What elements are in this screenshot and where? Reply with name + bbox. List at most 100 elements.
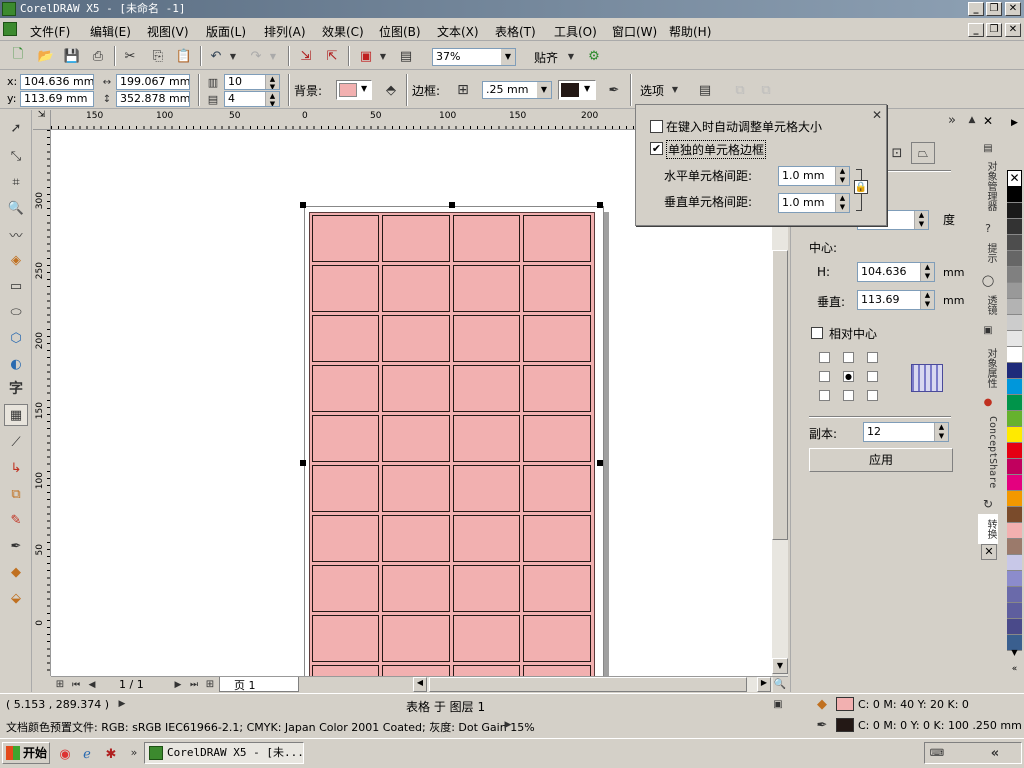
separate-borders-checkbox[interactable]: ✔ [650,142,663,155]
options-button[interactable]: 选项 [640,82,664,99]
table-cell[interactable] [311,214,379,262]
scroll-thumb[interactable] [772,250,788,540]
x-position-field[interactable]: 104.636 mm [20,74,94,90]
h-center-spinner[interactable]: ▲ ▼ [920,263,934,281]
palette-swatch[interactable] [1007,187,1022,203]
table-cell[interactable] [382,214,450,262]
palette-swatch[interactable] [1007,251,1022,267]
table-cell[interactable] [311,614,379,662]
copies-spinner[interactable]: ▲ ▼ [934,423,948,441]
taskbar-task-coreldraw[interactable]: CorelDRAW X5 - [未... [144,742,304,764]
blend-tool-icon[interactable]: ⧉ [6,484,26,504]
palette-swatch[interactable] [1007,331,1022,347]
minimize-button[interactable]: _ [968,2,984,16]
palette-swatch[interactable] [1007,411,1022,427]
tab-object-properties[interactable]: 对象属性 [978,340,998,396]
page-tab[interactable]: 页 1 [219,677,299,692]
table-object[interactable] [309,212,595,676]
redo-dropdown-icon[interactable]: ▼ [268,46,278,66]
new-doc-icon[interactable]: 🗋 [8,46,28,66]
rows-field[interactable]: 10 ▲ ▼ [224,74,280,90]
rows-spinner[interactable]: ▲ ▼ [265,75,279,89]
auto-resize-checkbox[interactable] [650,120,663,133]
table-cell[interactable] [523,564,591,612]
quicklaunch-more-icon[interactable]: » [128,743,140,761]
height-field[interactable]: 352.878 mm [116,91,190,107]
table-cell[interactable] [452,464,520,512]
table-cell[interactable] [382,614,450,662]
palette-swatch[interactable] [1007,459,1022,475]
palette-swatch[interactable] [1007,555,1022,571]
smart-fill-tool-icon[interactable]: ◈ [6,250,26,270]
menu-tools[interactable]: 工具(O) [554,23,597,40]
table-cell[interactable] [523,514,591,562]
zoom-level-combo[interactable]: 37% ▼ [432,48,516,66]
palette-swatch[interactable] [1007,299,1022,315]
h-center-field[interactable]: 104.636 ▲ ▼ [857,262,935,282]
h-spacing-field[interactable]: 1.0 mm ▲ ▼ [778,166,850,186]
table-cell[interactable] [382,314,450,362]
dimension-tool-icon[interactable]: ⟋ [6,432,26,452]
doc-close-button[interactable]: ✕ [1005,23,1021,37]
palette-scroll-up-icon[interactable]: ▶ [1007,118,1022,134]
menu-help[interactable]: 帮助(H) [669,23,711,40]
table-cell[interactable] [523,314,591,362]
status-expand-icon[interactable]: ▶ [116,697,128,711]
palette-swatch[interactable] [1007,235,1022,251]
profile-expand-icon[interactable]: ▶ [502,718,514,732]
selection-handle[interactable] [300,460,306,466]
v-center-spinner[interactable]: ▲ ▼ [920,291,934,309]
zoom-tool-icon[interactable]: 🔍 [6,198,26,218]
group-icon[interactable]: ⧉ [730,80,750,100]
palette-swatch[interactable] [1007,363,1022,379]
scroll-down-button[interactable]: ▼ [772,658,788,674]
table-cell[interactable] [311,464,379,512]
save-icon[interactable]: 💾 [62,46,82,66]
table-cell[interactable] [523,664,591,676]
anchor-grid[interactable]: ● [819,350,879,404]
table-cell[interactable] [382,664,450,676]
tray-expand-button[interactable]: « [987,745,1003,761]
tab-hints[interactable]: 提示 [978,238,998,268]
text-wrap-icon[interactable]: ▤ [694,80,716,100]
palette-swatch[interactable] [1007,603,1022,619]
outline-tool-icon[interactable]: ✒ [6,536,26,556]
chrome-icon[interactable]: ◉ [56,745,74,763]
ellipse-tool-icon[interactable]: ⬭ [6,302,26,322]
print-icon[interactable]: ⎙ [88,46,108,66]
docker-tab-close-button[interactable]: ✕ [981,544,997,560]
next-page-icon[interactable]: ▶ [171,677,185,692]
menu-view[interactable]: 视图(V) [147,23,189,40]
doc-minimize-button[interactable]: _ [968,23,984,37]
start-button[interactable]: 开始 [2,742,50,764]
anchor-checkbox[interactable] [843,390,854,401]
palette-swatch[interactable] [1007,267,1022,283]
relative-center-checkbox[interactable] [811,327,823,339]
doc-restore-button[interactable]: ❐ [986,23,1002,37]
menu-edit[interactable]: 编辑(E) [90,23,131,40]
h-scroll-right-button[interactable]: ▶ [757,677,771,692]
palette-swatch[interactable] [1007,443,1022,459]
options-gear-icon[interactable]: ⚙ [584,46,604,66]
table-cell[interactable] [311,364,379,412]
tab-object-manager[interactable]: 对象管理器 [978,158,998,214]
table-cell[interactable] [523,264,591,312]
selection-handle[interactable] [300,202,306,208]
table-cell[interactable] [452,614,520,662]
rectangle-tool-icon[interactable]: ▭ [6,276,26,296]
ungroup-icon[interactable]: ⧉ [756,80,776,100]
tab-hints-icon[interactable]: ? [980,220,996,236]
table-cell[interactable] [452,514,520,562]
palette-swatch[interactable] [1007,379,1022,395]
table-cell[interactable] [452,364,520,412]
anchor-checkbox[interactable] [867,371,878,382]
prev-page-icon[interactable]: ◀ [85,677,99,692]
restore-button[interactable]: ❐ [986,2,1002,16]
menu-text[interactable]: 文本(X) [437,23,479,40]
table-cell[interactable] [311,314,379,362]
outline-color-swatch[interactable] [836,718,854,732]
h-spacing-spinner[interactable]: ▲ ▼ [835,167,849,185]
paste-icon[interactable]: 📋 [174,46,194,66]
crop-tool-icon[interactable]: ⌗ [6,172,26,192]
menu-bitmaps[interactable]: 位图(B) [379,23,421,40]
